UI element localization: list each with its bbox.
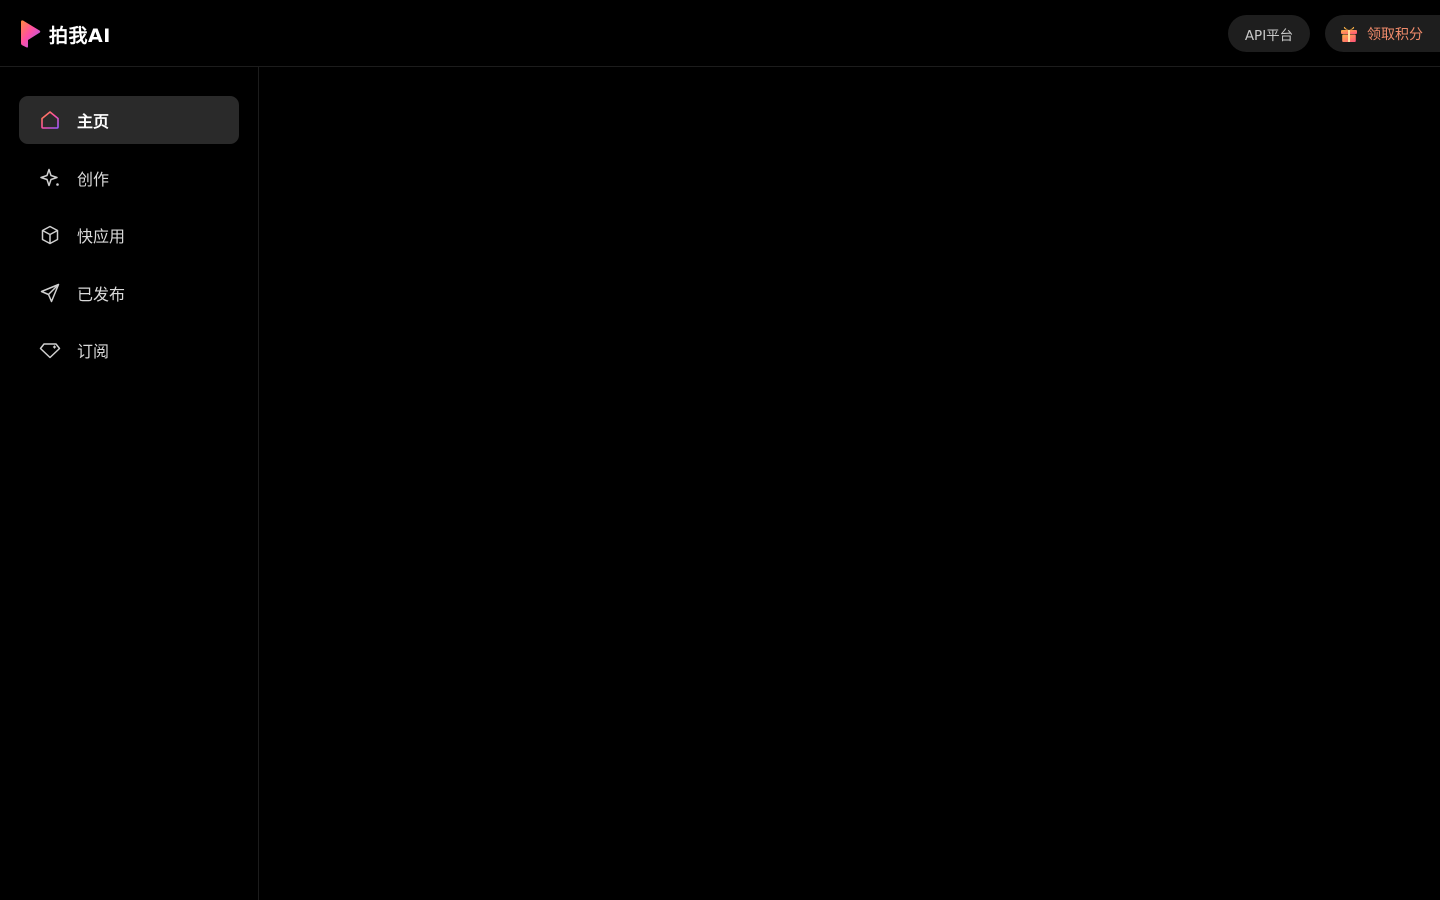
- claim-points-label: 领取积分: [1367, 26, 1423, 43]
- gem-icon: [39, 339, 61, 361]
- claim-points-button[interactable]: 领取积分: [1325, 15, 1440, 52]
- sidebar-item-published[interactable]: 已发布: [19, 269, 239, 317]
- sidebar-item-label: 已发布: [77, 284, 126, 304]
- sidebar-item-subscription[interactable]: 订阅: [19, 326, 239, 374]
- sidebar-item-label: 创作: [77, 169, 110, 189]
- sidebar-item-label: 订阅: [77, 342, 110, 361]
- send-icon: [39, 282, 61, 304]
- main-content: [260, 67, 1440, 900]
- sidebar-item-home[interactable]: 主页: [19, 96, 239, 144]
- home-icon: [39, 109, 61, 131]
- top-bar: 拍我AI API平台 领取积分: [0, 0, 1440, 67]
- gift-icon: [1341, 26, 1357, 42]
- api-platform-label: API平台: [1244, 27, 1294, 44]
- sidebar-item-label: 快应用: [77, 227, 126, 246]
- brand-name: 拍我AI: [49, 24, 111, 47]
- sidebar-item-quick-apps[interactable]: 快应用: [19, 211, 239, 259]
- brand[interactable]: 拍我AI: [20, 18, 111, 50]
- play-logo-icon: [21, 20, 41, 48]
- sparkle-icon: [39, 167, 61, 189]
- api-platform-button[interactable]: API平台: [1228, 15, 1310, 52]
- sidebar: 主页 创作 快应用 已发布 订阅: [0, 67, 259, 900]
- sidebar-item-create[interactable]: 创作: [19, 154, 239, 202]
- sidebar-item-label: 主页: [77, 112, 110, 131]
- cube-icon: [39, 224, 61, 246]
- sidebar-nav: 主页 创作 快应用 已发布 订阅: [19, 96, 239, 384]
